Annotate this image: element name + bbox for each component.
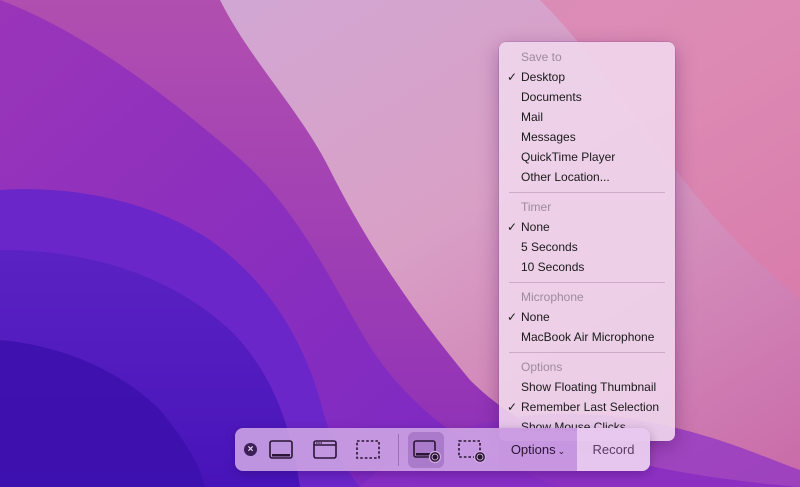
options-label: Options <box>510 442 556 457</box>
menu-item-quicktime-player[interactable]: QuickTime Player <box>499 147 675 167</box>
record-entire-screen-button[interactable] <box>408 432 444 468</box>
menu-section-timer: Timer ✓ None 5 Seconds 10 Seconds <box>499 197 675 277</box>
menu-item-microphone-none[interactable]: ✓ None <box>499 307 675 327</box>
menu-item-show-floating-thumbnail[interactable]: Show Floating Thumbnail <box>499 377 675 397</box>
menu-item-label: Mail <box>521 110 544 124</box>
screenshot-toolbar: × Options ⌄ Record <box>235 428 650 471</box>
record-entire-screen-icon <box>413 440 442 464</box>
menu-header-options: Options <box>521 360 563 374</box>
menu-item-label: Documents <box>521 90 582 104</box>
menu-header-save-to: Save to <box>521 50 562 64</box>
menu-header-microphone: Microphone <box>521 290 584 304</box>
record-selection-icon <box>458 440 487 464</box>
menu-section-save-to: Save to ✓ Desktop Documents Mail Messages… <box>499 47 675 187</box>
checkmark-icon: ✓ <box>506 220 518 234</box>
menu-item-label: Remember Last Selection <box>521 400 660 414</box>
menu-item-label: Show Floating Thumbnail <box>521 380 657 394</box>
menu-item-label: Messages <box>521 130 576 144</box>
record-button[interactable]: Record <box>577 428 650 471</box>
menu-item-desktop[interactable]: ✓ Desktop <box>499 67 675 87</box>
options-menu: Save to ✓ Desktop Documents Mail Messages… <box>499 42 675 441</box>
record-selection-button[interactable] <box>453 432 489 468</box>
menu-item-label: Desktop <box>521 70 566 84</box>
menu-item-remember-last-selection[interactable]: ✓ Remember Last Selection <box>499 397 675 417</box>
capture-window-icon <box>313 440 337 459</box>
menu-section-options: Options Show Floating Thumbnail ✓ Remembe… <box>499 357 675 437</box>
menu-item-5-seconds[interactable]: 5 Seconds <box>499 237 675 257</box>
checkmark-icon: ✓ <box>506 400 518 414</box>
menu-item-10-seconds[interactable]: 10 Seconds <box>499 257 675 277</box>
menu-item-messages[interactable]: Messages <box>499 127 675 147</box>
menu-header-timer: Timer <box>521 200 552 214</box>
menu-section-microphone: Microphone ✓ None MacBook Air Microphone <box>499 287 675 347</box>
menu-item-label: QuickTime Player <box>521 150 616 164</box>
menu-item-label: 10 Seconds <box>521 260 585 274</box>
menu-separator <box>509 192 665 193</box>
capture-entire-screen-button[interactable] <box>263 432 299 468</box>
menu-item-macbook-air-microphone[interactable]: MacBook Air Microphone <box>499 327 675 347</box>
menu-item-label: 5 Seconds <box>521 240 578 254</box>
record-label: Record <box>592 442 635 457</box>
capture-window-button[interactable] <box>307 432 343 468</box>
capture-selection-icon <box>356 440 380 459</box>
close-icon[interactable]: × <box>244 443 257 456</box>
menu-item-label: None <box>521 310 550 324</box>
menu-item-mail[interactable]: Mail <box>499 107 675 127</box>
menu-separator <box>509 282 665 283</box>
checkmark-icon: ✓ <box>506 70 518 84</box>
capture-entire-screen-icon <box>269 440 293 459</box>
menu-item-other-location[interactable]: Other Location... <box>499 167 675 187</box>
menu-item-documents[interactable]: Documents <box>499 87 675 107</box>
menu-separator <box>509 352 665 353</box>
options-button[interactable]: Options ⌄ <box>499 428 577 471</box>
menu-item-label: Other Location... <box>521 170 610 184</box>
checkmark-icon: ✓ <box>506 310 518 324</box>
menu-item-label: None <box>521 220 550 234</box>
menu-item-label: MacBook Air Microphone <box>521 330 655 344</box>
toolbar-divider <box>398 434 399 466</box>
chevron-down-icon: ⌄ <box>557 446 566 456</box>
desktop-wallpaper <box>0 0 800 487</box>
menu-item-timer-none[interactable]: ✓ None <box>499 217 675 237</box>
capture-selection-button[interactable] <box>350 432 386 468</box>
